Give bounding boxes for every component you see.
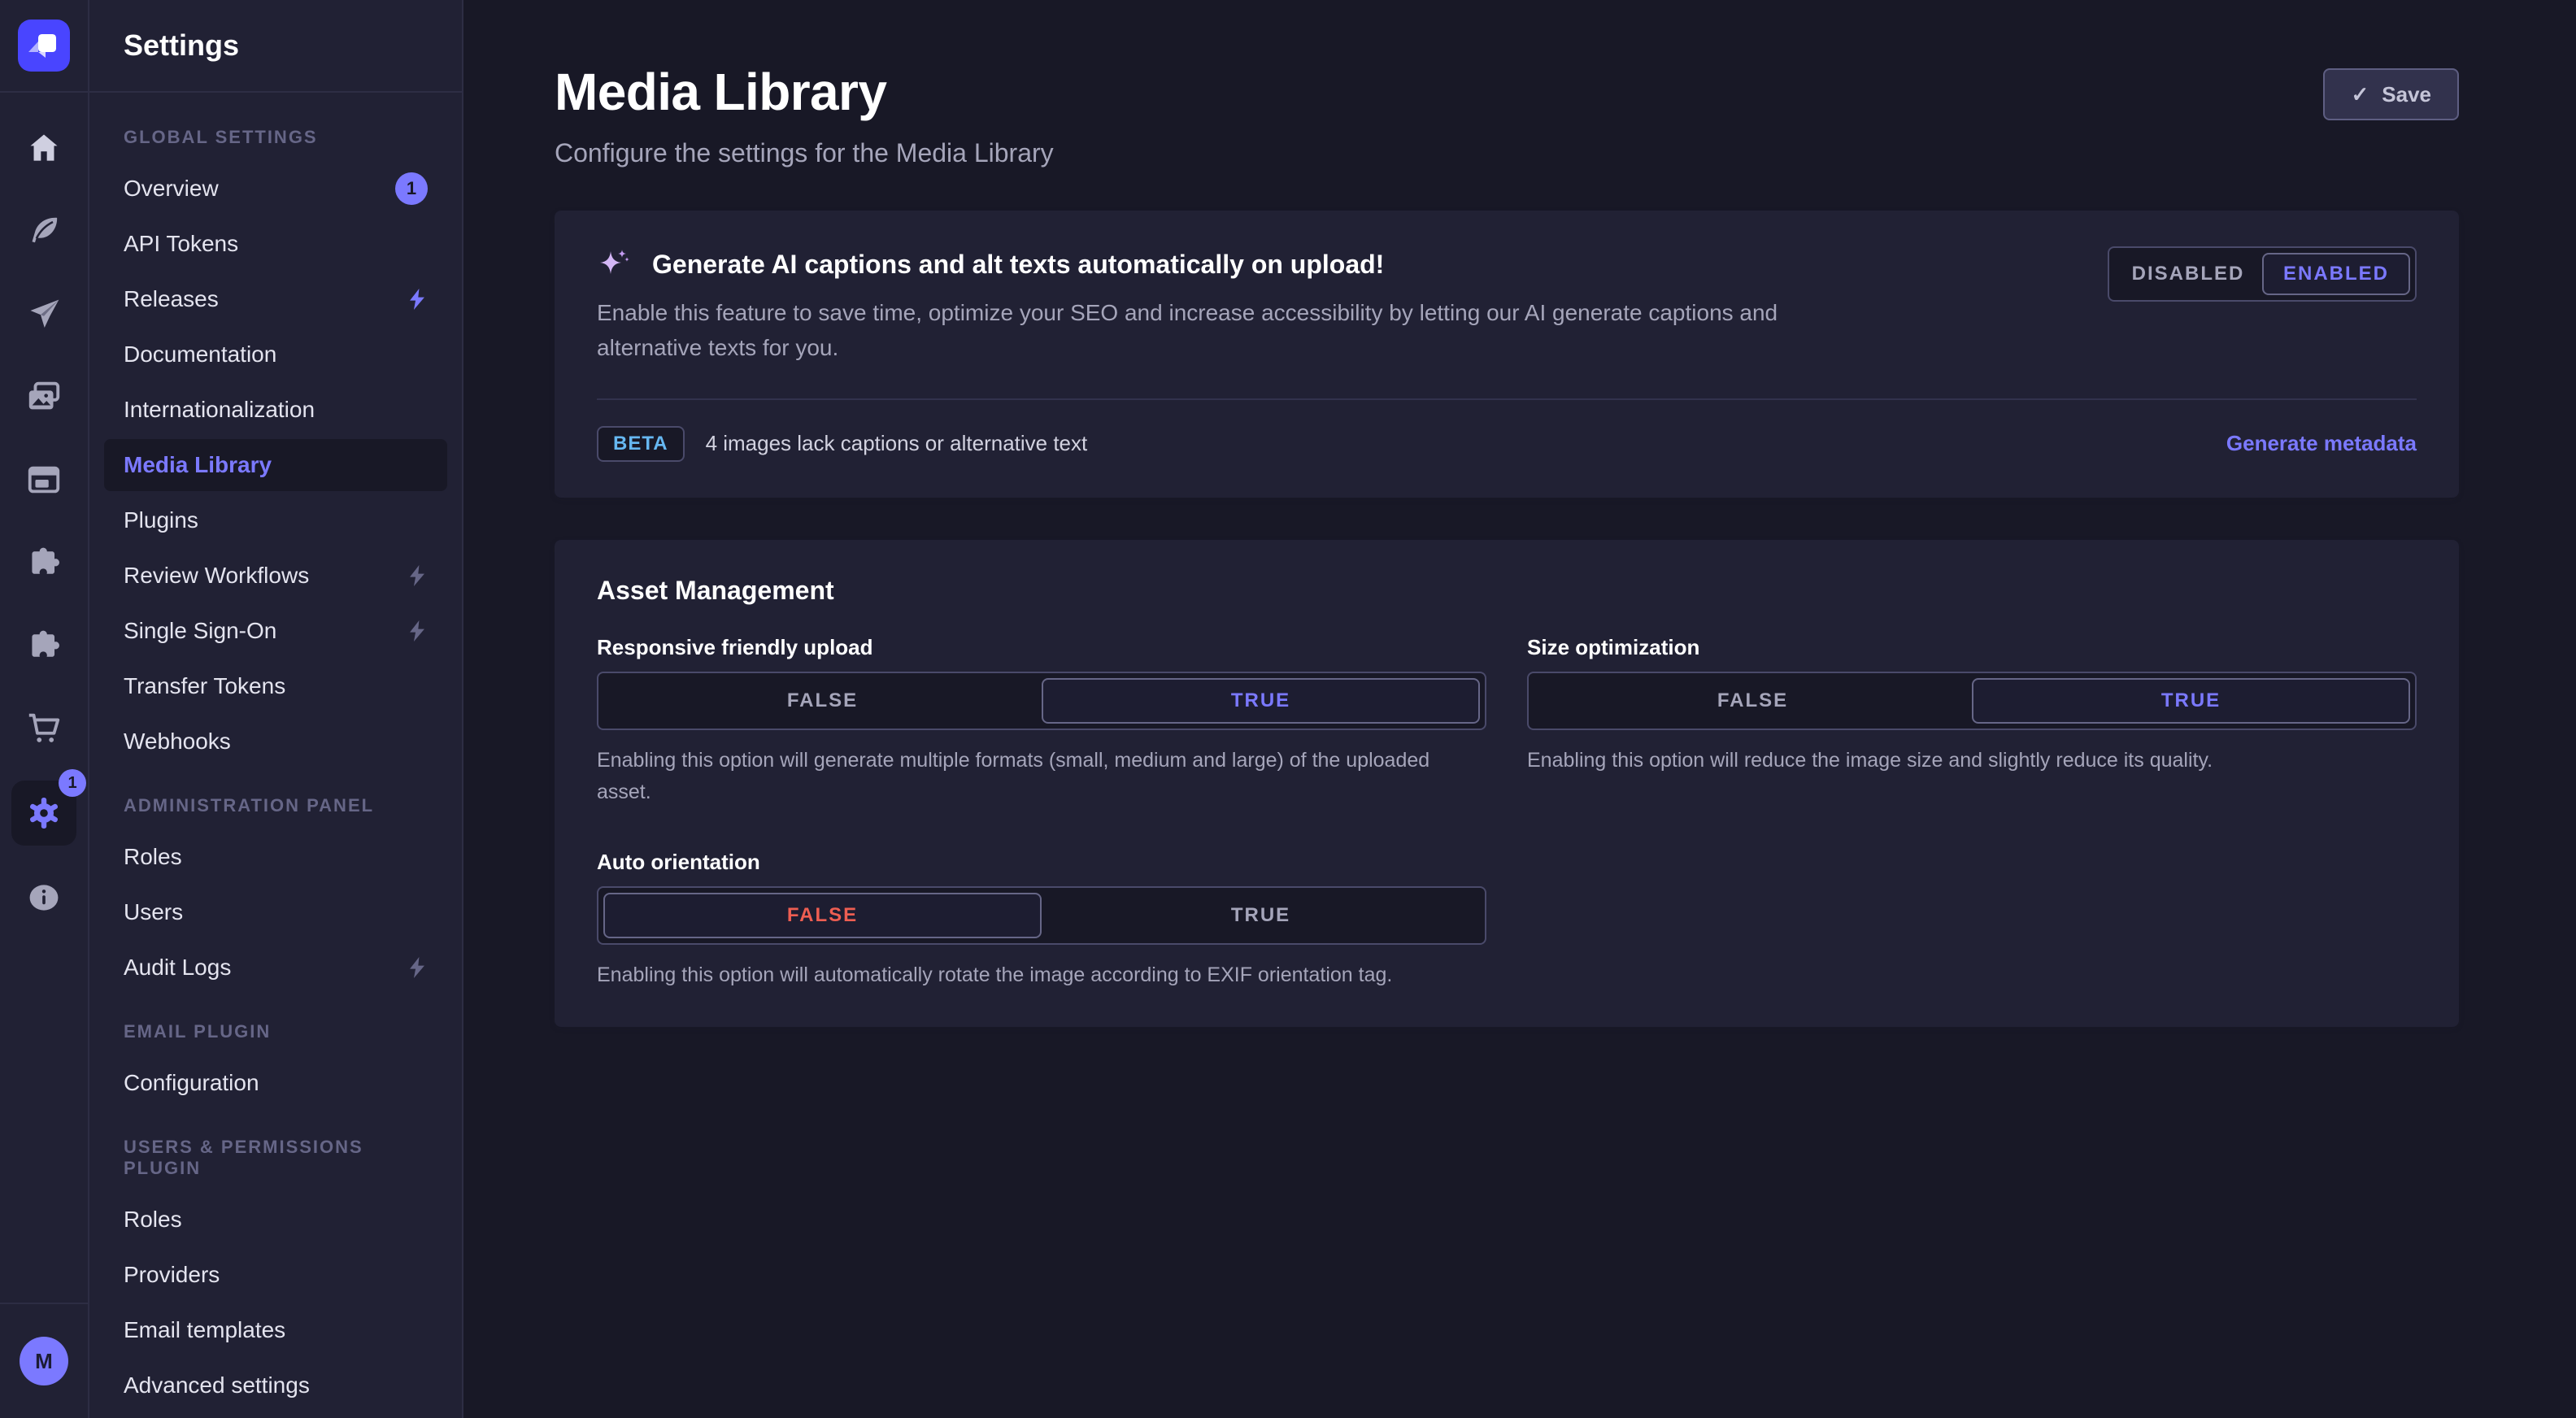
app-logo[interactable]: [18, 20, 70, 72]
field-label: Size optimization: [1527, 635, 2417, 660]
gear-icon: [24, 794, 63, 833]
ai-toggle-option-enabled[interactable]: ENABLED: [2262, 253, 2410, 295]
paper-plane-icon[interactable]: [24, 294, 63, 333]
sidebar-title: Settings: [124, 28, 239, 63]
info-icon[interactable]: [24, 878, 63, 917]
sidebar-item-configuration[interactable]: Configuration: [104, 1057, 447, 1109]
settings-notification-badge: 1: [59, 769, 86, 797]
feather-icon[interactable]: [24, 211, 63, 250]
field-auto-orientation: Auto orientation FALSE TRUE Enabling thi…: [597, 850, 1486, 991]
sidebar-item-webhooks[interactable]: Webhooks: [104, 716, 447, 768]
toggle-option-false[interactable]: FALSE: [603, 893, 1042, 938]
check-icon: ✓: [2351, 82, 2369, 107]
lightning-icon: [407, 563, 428, 588]
sidebar-item-internationalization[interactable]: Internationalization: [104, 384, 447, 436]
save-button[interactable]: ✓ Save: [2323, 68, 2459, 120]
rail-nav: 1: [0, 93, 88, 917]
sidebar-menu: GLOBAL SETTINGS Overview 1 API Tokens Re…: [89, 93, 462, 1411]
sidebar-item-plugins[interactable]: Plugins: [104, 494, 447, 546]
page-title: Media Library: [555, 62, 1054, 122]
ai-status-message: 4 images lack captions or alternative te…: [706, 431, 2226, 456]
responsive-upload-toggle[interactable]: FALSE TRUE: [597, 672, 1486, 730]
sidebar-item-providers[interactable]: Providers: [104, 1249, 447, 1301]
cart-icon[interactable]: [24, 709, 63, 748]
toggle-option-true[interactable]: TRUE: [1042, 678, 1480, 724]
sidebar-item-up-roles[interactable]: Roles: [104, 1194, 447, 1246]
lightning-icon: [407, 955, 428, 980]
ai-enabled-toggle[interactable]: DISABLED ENABLED: [2108, 246, 2417, 302]
section-label-users-permissions-plugin: USERS & PERMISSIONS PLUGIN: [124, 1137, 428, 1179]
toggle-option-false[interactable]: FALSE: [603, 678, 1042, 724]
sidebar-item-email-templates[interactable]: Email templates: [104, 1304, 447, 1356]
page-subtitle: Configure the settings for the Media Lib…: [555, 138, 1054, 168]
ai-toggle-option-disabled[interactable]: DISABLED: [2114, 253, 2262, 295]
sidebar-item-admin-roles[interactable]: Roles: [104, 831, 447, 883]
asset-management-card: Asset Management Responsive friendly upl…: [555, 540, 2459, 1027]
app-window: 1 M Settings: [0, 0, 2576, 1418]
size-optimization-toggle[interactable]: FALSE TRUE: [1527, 672, 2417, 730]
nav-rail: 1 M: [0, 0, 89, 1418]
sidebar-item-review-workflows[interactable]: Review Workflows: [104, 550, 447, 602]
field-hint: Enabling this option will reduce the ima…: [1527, 745, 2417, 776]
sidebar-item-transfer-tokens[interactable]: Transfer Tokens: [104, 660, 447, 712]
rail-header: [0, 0, 88, 93]
sidebar-item-releases[interactable]: Releases: [104, 273, 447, 325]
generate-metadata-link[interactable]: Generate metadata: [2226, 431, 2417, 456]
section-label-global-settings: GLOBAL SETTINGS: [124, 127, 428, 148]
auto-orientation-toggle[interactable]: FALSE TRUE: [597, 886, 1486, 945]
save-button-label: Save: [2382, 82, 2431, 107]
card-divider: [597, 398, 2417, 400]
layout-icon[interactable]: [24, 460, 63, 499]
strapi-logo-icon: [20, 21, 68, 70]
settings-sidebar: Settings GLOBAL SETTINGS Overview 1 API …: [89, 0, 463, 1418]
sidebar-item-api-tokens[interactable]: API Tokens: [104, 218, 447, 270]
puzzle-icon[interactable]: [24, 543, 63, 582]
puzzle-icon[interactable]: [24, 626, 63, 665]
toggle-option-true[interactable]: TRUE: [1972, 678, 2410, 724]
sidebar-item-documentation[interactable]: Documentation: [104, 328, 447, 381]
avatar[interactable]: M: [20, 1337, 68, 1385]
rail-footer: M: [0, 1303, 88, 1418]
field-responsive-friendly-upload: Responsive friendly upload FALSE TRUE En…: [597, 635, 1486, 808]
toggle-option-true[interactable]: TRUE: [1042, 893, 1480, 938]
section-label-email-plugin: EMAIL PLUGIN: [124, 1021, 428, 1042]
lightning-icon: [407, 619, 428, 643]
field-label: Auto orientation: [597, 850, 1486, 875]
sparkles-icon: [597, 246, 633, 282]
sidebar-item-audit-logs[interactable]: Audit Logs: [104, 942, 447, 994]
field-hint: Enabling this option will generate multi…: [597, 745, 1486, 808]
asset-card-title: Asset Management: [597, 576, 2417, 606]
toggle-option-false[interactable]: FALSE: [1534, 678, 1972, 724]
section-label-administration-panel: ADMINISTRATION PANEL: [124, 795, 428, 816]
field-size-optimization: Size optimization FALSE TRUE Enabling th…: [1527, 635, 2417, 808]
ai-card-description: Enable this feature to save time, optimi…: [597, 295, 1808, 366]
field-label: Responsive friendly upload: [597, 635, 1486, 660]
sidebar-item-overview[interactable]: Overview 1: [104, 163, 447, 215]
field-hint: Enabling this option will automatically …: [597, 959, 1486, 991]
main-content: Media Library Configure the settings for…: [463, 0, 2576, 1418]
ai-card-title: Generate AI captions and alt texts autom…: [652, 250, 1384, 280]
settings-content: Generate AI captions and alt texts autom…: [463, 211, 2576, 1027]
images-icon[interactable]: [24, 377, 63, 416]
settings-nav-button[interactable]: 1: [11, 781, 76, 846]
sidebar-item-media-library[interactable]: Media Library: [104, 439, 447, 491]
lightning-icon: [407, 287, 428, 311]
notification-badge: 1: [395, 172, 428, 205]
sidebar-item-advanced-settings[interactable]: Advanced settings: [104, 1359, 447, 1411]
page-header: Media Library Configure the settings for…: [463, 0, 2576, 168]
beta-badge: BETA: [597, 426, 685, 462]
ai-card-text: Generate AI captions and alt texts autom…: [597, 246, 1808, 366]
sidebar-item-single-sign-on[interactable]: Single Sign-On: [104, 605, 447, 657]
sidebar-item-users[interactable]: Users: [104, 886, 447, 938]
sidebar-header: Settings: [89, 0, 462, 93]
home-icon[interactable]: [24, 128, 63, 167]
ai-captions-card: Generate AI captions and alt texts autom…: [555, 211, 2459, 498]
